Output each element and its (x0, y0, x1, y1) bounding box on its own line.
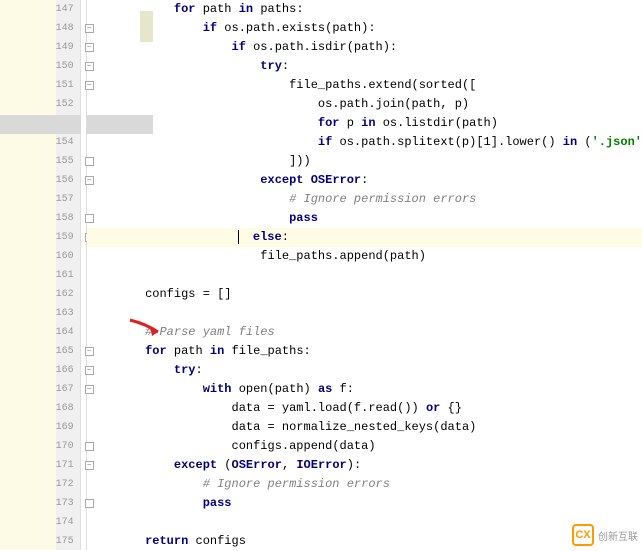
code-line[interactable]: for path in paths: (87, 0, 642, 19)
line-number-gutter: 1471481491501511521531541551561571581591… (56, 0, 81, 550)
line-number: 158 (56, 209, 74, 228)
code-line[interactable]: except OSError: (87, 171, 642, 190)
code-line[interactable]: pass (87, 494, 642, 513)
code-line[interactable]: os.path.join(path, p) (87, 95, 642, 114)
line-number: 175 (56, 532, 74, 551)
line-number: 147 (56, 0, 74, 19)
code-line[interactable]: if os.path.splitext(p)[1].lower() in ('.… (87, 133, 642, 152)
code-line[interactable]: else: (87, 228, 642, 247)
line-number: 150 (56, 57, 74, 76)
line-number: 160 (56, 247, 74, 266)
watermark-logo: CX (572, 524, 594, 546)
text-cursor (238, 230, 239, 244)
line-number: 157 (56, 190, 74, 209)
line-number: 167 (56, 380, 74, 399)
code-line[interactable]: configs.append(data) (87, 437, 642, 456)
line-number: 155 (56, 152, 74, 171)
watermark-text: 创新互联 (598, 528, 638, 543)
line-number: 171 (56, 456, 74, 475)
line-number: 164 (56, 323, 74, 342)
code-editor[interactable]: 1471481491501511521531541551561571581591… (0, 0, 642, 550)
code-line[interactable]: pass (87, 209, 642, 228)
code-line[interactable] (87, 266, 642, 285)
code-line[interactable]: configs = [] (87, 285, 642, 304)
code-line[interactable]: # Parse yaml files (87, 323, 642, 342)
line-number: 163 (56, 304, 74, 323)
code-line[interactable]: data = normalize_nested_keys(data) (87, 418, 642, 437)
line-number: 174 (56, 513, 74, 532)
code-line[interactable]: except (OSError, IOError): (87, 456, 642, 475)
code-line[interactable]: file_paths.append(path) (87, 247, 642, 266)
line-number: 152 (56, 95, 74, 114)
line-number: 173 (56, 494, 74, 513)
line-number: 168 (56, 399, 74, 418)
line-number: 162 (56, 285, 74, 304)
code-area[interactable]: for path in paths: if os.path.exists(pat… (87, 0, 642, 550)
line-number: 169 (56, 418, 74, 437)
code-line[interactable]: return configs (87, 532, 642, 551)
line-number: 151 (56, 76, 74, 95)
watermark: CX 创新互联 (572, 524, 638, 546)
code-line[interactable]: try: (87, 361, 642, 380)
line-number: 161 (56, 266, 74, 285)
fold-column[interactable]: −−−−−−−−−− (81, 0, 88, 550)
code-line[interactable]: for p in os.listdir(path) (87, 114, 642, 133)
code-line[interactable]: file_paths.extend(sorted([ (87, 76, 642, 95)
line-number: 172 (56, 475, 74, 494)
code-line[interactable]: # Ignore permission errors (87, 475, 642, 494)
line-number: 170 (56, 437, 74, 456)
line-number: 149 (56, 38, 74, 57)
code-line[interactable]: try: (87, 57, 642, 76)
line-number: 166 (56, 361, 74, 380)
line-number: 156 (56, 171, 74, 190)
line-number: 159 (56, 228, 74, 247)
code-line[interactable]: # Ignore permission errors (87, 190, 642, 209)
line-number: 165 (56, 342, 74, 361)
code-line[interactable]: if os.path.exists(path): (87, 19, 642, 38)
code-line[interactable] (87, 513, 642, 532)
left-margin (0, 0, 56, 550)
code-line[interactable]: if os.path.isdir(path): (87, 38, 642, 57)
code-line[interactable]: data = yaml.load(f.read()) or {} (87, 399, 642, 418)
line-number: 148 (56, 19, 74, 38)
line-number: 154 (56, 133, 74, 152)
code-line[interactable]: with open(path) as f: (87, 380, 642, 399)
code-line[interactable] (87, 304, 642, 323)
code-line[interactable]: ])) (87, 152, 642, 171)
code-line[interactable]: for path in file_paths: (87, 342, 642, 361)
